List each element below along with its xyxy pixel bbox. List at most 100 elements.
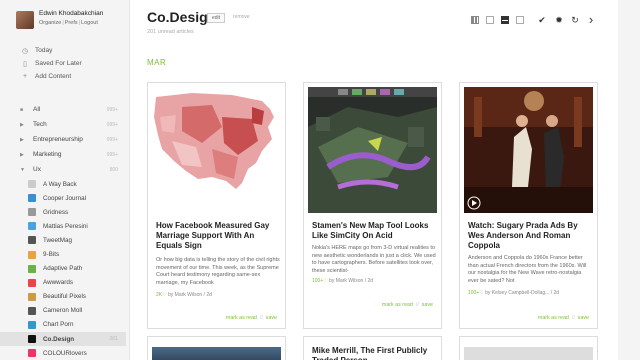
feed-favicon-icon [28, 250, 36, 259]
clock-icon: ◷ [21, 47, 29, 55]
feed-item[interactable]: Beautiful Pixels [20, 290, 126, 304]
feed-label: Awwwards [43, 279, 73, 287]
layout-titles-icon[interactable] [471, 16, 479, 24]
article-card[interactable]: How Facebook Measured Gay Marriage Suppo… [147, 82, 286, 329]
feed-favicon-icon [28, 236, 36, 245]
nav-label: Add Content [35, 73, 72, 80]
logout-link[interactable]: Logout [81, 20, 98, 26]
feed-item[interactable]: Co.Design 201 [0, 332, 126, 347]
article-meta: 100+♡ by Kelsey Campbell-Dollag... / 2d [468, 290, 559, 296]
category-entrepreneurship[interactable]: ▶ Entrepreneurship 999+ [20, 132, 126, 147]
card-actions: mark as read//save [381, 302, 433, 308]
nav-today[interactable]: ◷ Today [20, 44, 82, 57]
edit-button[interactable]: edit [207, 13, 226, 23]
article-author: by Kelsey Campbell-Dollag... / 2d [485, 290, 560, 296]
likes-count: 100+♡ [468, 290, 484, 296]
unread-count: 999+ [106, 151, 118, 158]
feed-label: 9-Bits [43, 251, 60, 259]
category-tech[interactable]: ▶ Tech 999+ [20, 117, 126, 132]
feed-item[interactable]: Chart Porn [20, 318, 126, 332]
feed-favicon-icon [28, 306, 36, 315]
scrollbar-area[interactable] [618, 0, 640, 360]
article-card[interactable]: Mike Merrill, The First Publicly Traded … [303, 336, 442, 360]
unread-count-label: 201 unread articles [147, 29, 194, 35]
unread-count: 999+ [106, 136, 118, 143]
feed-favicon-icon [28, 222, 36, 231]
article-summary: Or how big data is telling the story of … [156, 257, 280, 286]
chevron-right-icon: ▶ [20, 121, 24, 128]
gear-icon[interactable]: ✹ [554, 15, 564, 25]
feed-item[interactable]: TweetMag [20, 233, 126, 247]
refresh-icon[interactable]: ↻ [570, 15, 580, 25]
article-image-map[interactable] [152, 87, 281, 213]
article-card[interactable] [147, 336, 286, 360]
feed-item[interactable]: Mattias Peresini [20, 219, 126, 233]
feed-item[interactable]: Awwwards [20, 276, 126, 290]
article-title[interactable]: Stamen's New Map Tool Looks Like SimCity… [312, 221, 436, 241]
feed-item[interactable]: 9-Bits [20, 247, 126, 261]
article-image-video[interactable] [464, 87, 593, 213]
article-meta: 100+♡ by Mark Wilson / 2d [312, 278, 373, 284]
mark-as-read-link[interactable]: mark as read [382, 302, 413, 308]
unread-count: 800 [109, 166, 118, 173]
article-card[interactable]: Stamen's New Map Tool Looks Like SimCity… [303, 82, 442, 329]
feed-favicon-icon [28, 335, 36, 344]
article-summary: Anderson and Coppola do 1960s France bet… [468, 255, 587, 284]
article-card[interactable] [459, 336, 598, 360]
feed-item[interactable]: A Way Back [20, 177, 126, 191]
bookmark-icon: ▯ [23, 60, 27, 68]
category-label: Tech [33, 121, 47, 128]
nav-label: Saved For Later [35, 60, 82, 67]
next-icon[interactable]: › [586, 13, 596, 26]
feed-label: Gridness [43, 208, 69, 216]
nav-label: Today [35, 47, 53, 54]
article-meta: 2K♡ by Mark Wilson / 2d [156, 292, 212, 298]
save-link[interactable]: save [422, 302, 433, 308]
category-list: ■ All 999+ ▶ Tech 999+ ▶ Entrepreneurship 999+… [0, 102, 126, 360]
article-image-3d-map[interactable] [308, 87, 437, 213]
likes-count: 100+♡ [312, 278, 328, 284]
article-title[interactable]: How Facebook Measured Gay Marriage Suppo… [156, 221, 280, 251]
layout-full-icon[interactable] [516, 16, 524, 24]
category-all[interactable]: ■ All 999+ [20, 102, 126, 117]
category-marketing[interactable]: ▶ Marketing 999+ [20, 147, 126, 162]
layout-cards-icon[interactable] [501, 16, 509, 24]
category-ux[interactable]: ▼ Ux 800 [20, 162, 126, 177]
category-label: Entrepreneurship [33, 136, 83, 143]
nav-add-content[interactable]: + Add Content [20, 70, 82, 83]
unread-count: 999+ [106, 121, 118, 128]
prefs-link[interactable]: Prefs [65, 20, 78, 26]
feed-label: TweetMag [43, 236, 73, 244]
feed-item[interactable]: Adaptive Path [20, 262, 126, 276]
feed-label: Cameron Moll [43, 307, 83, 315]
save-link[interactable]: save [578, 315, 589, 321]
article-title[interactable]: Mike Merrill, The First Publicly Traded … [312, 346, 436, 360]
feed-favicon-icon [28, 264, 36, 273]
remove-link[interactable]: remove [233, 14, 250, 20]
check-icon[interactable]: ✔ [537, 15, 547, 25]
mark-as-read-link[interactable]: mark as read [538, 315, 569, 321]
article-card[interactable]: Watch: Sugary Prada Ads By Wes Anderson … [459, 82, 598, 329]
user-links: Organize|Prefs|Logout [39, 20, 98, 26]
feed-item[interactable]: COLOURlovers [20, 346, 126, 360]
feed-item[interactable]: Cameron Moll [20, 304, 126, 318]
feed-item[interactable]: Gridness [20, 205, 126, 219]
feed-label: A Way Back [43, 180, 77, 188]
feed-favicon-icon [28, 180, 36, 189]
organize-link[interactable]: Organize [39, 20, 61, 26]
mark-as-read-link[interactable]: mark as read [226, 315, 257, 321]
feed-label: Beautiful Pixels [43, 293, 87, 301]
save-link[interactable]: save [266, 315, 277, 321]
article-title[interactable]: Watch: Sugary Prada Ads By Wes Anderson … [468, 221, 592, 251]
sidebar: Edwin Khodabakchian Organize|Prefs|Logou… [0, 0, 130, 360]
chevron-right-icon: ▶ [20, 151, 24, 158]
article-author: by Mark Wilson / 2d [168, 292, 212, 298]
plus-icon: + [22, 73, 28, 80]
feed-item[interactable]: Cooper Journal [20, 191, 126, 205]
main-content: Co.Design edit remove 201 unread article… [131, 0, 618, 360]
nav-saved-for-later[interactable]: ▯ Saved For Later [20, 57, 82, 70]
layout-magazine-icon[interactable] [486, 16, 494, 24]
article-summary: Nokia's HERE maps go from 3-D virtual re… [312, 245, 436, 274]
feed-favicon-icon [28, 194, 36, 203]
avatar[interactable] [16, 11, 34, 29]
